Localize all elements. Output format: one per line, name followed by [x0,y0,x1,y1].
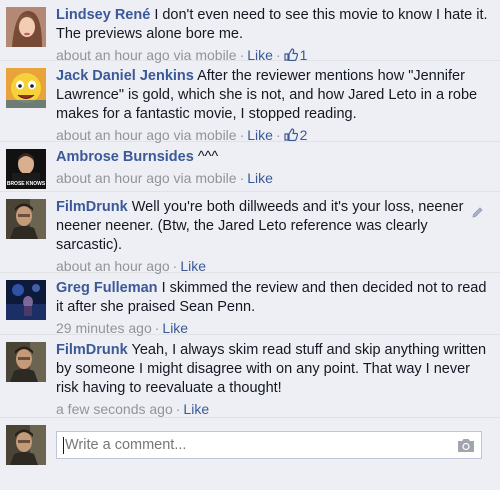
comment-meta: about an hour ago via mobile · Like [56,168,494,188]
comment-item: FilmDrunk Well you're both dillweeds and… [0,192,500,274]
comment-author-link[interactable]: Ambrose Burnsides [56,149,194,165]
ambrose-avatar-image: BROSE KNOWS [6,149,46,189]
comment-timestamp[interactable]: about an hour ago [56,258,170,274]
text-caret [63,436,64,454]
separator: · [154,320,160,336]
separator: · [172,258,178,274]
pencil-edit-icon[interactable] [471,206,484,219]
avatar[interactable] [6,280,46,320]
avatar[interactable] [6,342,46,382]
comment-timestamp[interactable]: 29 minutes ago [56,320,152,336]
comment-item: Lindsey René I don't even need to see th… [0,0,500,63]
filmdrunk-avatar-image [6,425,46,465]
separator: · [239,170,245,186]
jack-avatar-image [6,68,46,108]
comment-item: BROSE KNOWS Ambrose Burnsides ^^^ about … [0,142,500,192]
comment-timestamp[interactable]: about an hour ago via mobile [56,127,237,143]
avatar[interactable] [6,7,46,47]
camera-icon[interactable] [457,437,475,453]
comment-text: ^^^ [197,149,219,165]
comment-author-link[interactable]: Greg Fulleman [56,280,158,296]
comment-composer [0,418,500,471]
avatar[interactable] [6,199,46,239]
like-count: 2 [299,127,308,143]
lindsey-avatar-image [6,7,46,47]
comment-timestamp[interactable]: a few seconds ago [56,401,173,417]
comment-author-link[interactable]: Lindsey René [56,7,150,23]
like-button[interactable]: Like [183,401,209,417]
avatar[interactable]: BROSE KNOWS [6,149,46,189]
like-button[interactable]: Like [180,258,206,274]
avatar [6,425,46,465]
comment-item: Greg Fulleman I skimmed the review and t… [0,273,500,336]
separator: · [175,401,181,417]
like-button[interactable]: Like [162,320,188,336]
separator: · [275,127,281,143]
avatar[interactable] [6,68,46,108]
comment-author-link[interactable]: FilmDrunk [56,342,128,358]
comment-item: FilmDrunk Yeah, I always skim read stuff… [0,335,500,418]
comment-timestamp[interactable]: about an hour ago via mobile [56,170,237,186]
filmdrunk-avatar-image [6,342,46,382]
comment-author-link[interactable]: FilmDrunk [56,199,128,215]
like-button[interactable]: Like [247,127,273,143]
comment-meta: a few seconds ago · Like [56,399,494,419]
comment-input[interactable] [65,437,457,453]
separator: · [239,127,245,143]
filmdrunk-avatar-image [6,199,46,239]
thumbs-up-icon [284,128,298,141]
like-button[interactable]: Like [247,170,273,186]
comment-input-box[interactable] [56,431,482,459]
thumbs-up-icon [284,48,298,61]
like-count-link[interactable]: 2 [284,127,308,143]
comment-item: Jack Daniel Jenkins After the reviewer m… [0,61,500,143]
greg-avatar-image [6,280,46,320]
avatar-caption: BROSE KNOWS [7,181,46,187]
comment-author-link[interactable]: Jack Daniel Jenkins [56,68,194,84]
comment-thread: Lindsey René I don't even need to see th… [0,0,500,490]
